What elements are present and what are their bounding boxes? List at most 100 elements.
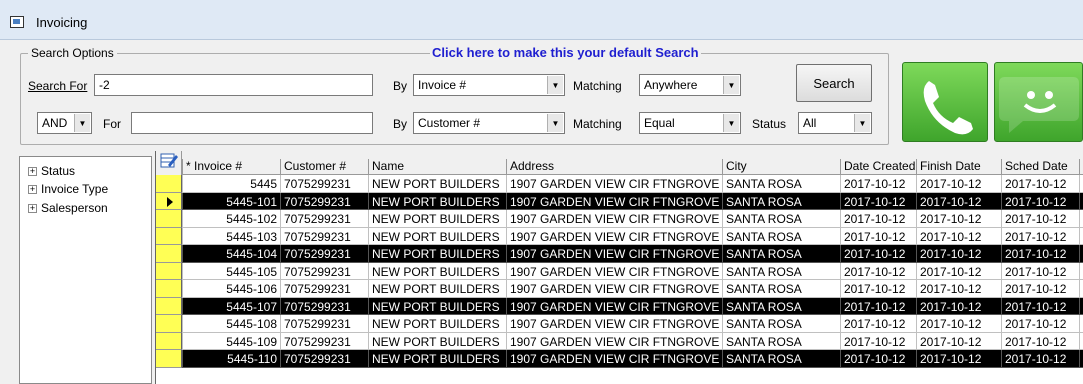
row-selector[interactable] [156, 350, 182, 368]
finish-date-cell[interactable]: 2017-10-12 [916, 262, 1001, 280]
expand-icon[interactable]: + [28, 166, 37, 176]
invoice-cell[interactable]: 5445-101 [182, 192, 280, 210]
customer-cell[interactable]: 7075299231 [280, 210, 368, 228]
date-created-cell[interactable]: 2017-10-12 [840, 192, 916, 210]
name-cell[interactable]: NEW PORT BUILDERS [368, 280, 506, 298]
city-cell[interactable]: SANTA ROSA [722, 350, 840, 368]
customer-cell[interactable]: 7075299231 [280, 245, 368, 263]
chevron-down-icon[interactable]: ▼ [547, 76, 563, 94]
col-finish-date-header[interactable]: Finish Date [916, 159, 1001, 175]
tree-item-salesperson[interactable]: + Salesperson [28, 200, 108, 216]
customer-cell[interactable]: 7075299231 [280, 332, 368, 350]
name-cell[interactable]: NEW PORT BUILDERS [368, 297, 506, 315]
address-cell[interactable]: 1907 GARDEN VIEW CIR FTNGROVE RD [506, 262, 722, 280]
sched-date-cell[interactable]: 2017-10-12 [1001, 332, 1079, 350]
city-cell[interactable]: SANTA ROSA [722, 262, 840, 280]
col-sched-date-header[interactable]: Sched Date [1001, 159, 1079, 175]
col-invoice-header[interactable]: * Invoice # [182, 159, 280, 175]
sched-date-cell[interactable]: 2017-10-12 [1001, 227, 1079, 245]
row-selector[interactable] [156, 332, 182, 350]
search-by-select-2[interactable]: Customer # ▼ [413, 112, 565, 134]
city-cell[interactable]: SANTA ROSA [722, 297, 840, 315]
finish-date-cell[interactable]: 2017-10-12 [916, 192, 1001, 210]
invoice-cell[interactable]: 5445-103 [182, 227, 280, 245]
p-cell[interactable] [1079, 245, 1083, 263]
customer-cell[interactable]: 7075299231 [280, 192, 368, 210]
city-cell[interactable]: SANTA ROSA [722, 175, 840, 193]
p-cell[interactable] [1079, 227, 1083, 245]
invoice-cell[interactable]: 5445-102 [182, 210, 280, 228]
p-cell[interactable] [1079, 297, 1083, 315]
chevron-down-icon[interactable]: ▼ [723, 114, 739, 132]
name-cell[interactable]: NEW PORT BUILDERS [368, 192, 506, 210]
name-cell[interactable]: NEW PORT BUILDERS [368, 262, 506, 280]
customer-cell[interactable]: 7075299231 [280, 350, 368, 368]
row-selector[interactable] [156, 297, 182, 315]
customer-cell[interactable]: 7075299231 [280, 227, 368, 245]
date-created-cell[interactable]: 2017-10-12 [840, 280, 916, 298]
col-name-header[interactable]: Name [368, 159, 506, 175]
row-selector[interactable] [156, 280, 182, 298]
date-created-cell[interactable]: 2017-10-12 [840, 350, 916, 368]
status-select[interactable]: All ▼ [798, 112, 872, 134]
p-cell[interactable] [1079, 210, 1083, 228]
call-button[interactable] [902, 62, 988, 142]
table-row[interactable]: 5445-105 7075299231 NEW PORT BUILDERS 1907 … [156, 262, 1083, 280]
finish-date-cell[interactable]: 2017-10-12 [916, 227, 1001, 245]
col-city-header[interactable]: City [722, 159, 840, 175]
matching-select-1[interactable]: Anywhere ▼ [639, 74, 741, 96]
invoice-cell[interactable]: 5445-109 [182, 332, 280, 350]
city-cell[interactable]: SANTA ROSA [722, 280, 840, 298]
sched-date-cell[interactable]: 2017-10-12 [1001, 210, 1079, 228]
city-cell[interactable]: SANTA ROSA [722, 315, 840, 333]
matching-select-2[interactable]: Equal ▼ [639, 112, 741, 134]
table-row[interactable]: 5445 7075299231 NEW PORT BUILDERS 1907 GARD… [156, 175, 1083, 193]
table-row[interactable]: 5445-101 7075299231 NEW PORT BUILDERS 1907 … [156, 192, 1083, 210]
p-cell[interactable] [1079, 192, 1083, 210]
col-address-header[interactable]: Address [506, 159, 722, 175]
search-for-input[interactable]: -2 [94, 74, 373, 96]
p-cell[interactable] [1079, 175, 1083, 193]
finish-date-cell[interactable]: 2017-10-12 [916, 350, 1001, 368]
date-created-cell[interactable]: 2017-10-12 [840, 297, 916, 315]
sched-date-cell[interactable]: 2017-10-12 [1001, 175, 1079, 193]
for-input[interactable] [131, 112, 373, 134]
finish-date-cell[interactable]: 2017-10-12 [916, 210, 1001, 228]
address-cell[interactable]: 1907 GARDEN VIEW CIR FTNGROVE RD [506, 350, 722, 368]
customer-cell[interactable]: 7075299231 [280, 280, 368, 298]
table-row[interactable]: 5445-108 7075299231 NEW PORT BUILDERS 1907 … [156, 315, 1083, 333]
expand-icon[interactable]: + [28, 203, 37, 213]
date-created-cell[interactable]: 2017-10-12 [840, 262, 916, 280]
table-row[interactable]: 5445-102 7075299231 NEW PORT BUILDERS 1907 … [156, 210, 1083, 228]
chevron-down-icon[interactable]: ▼ [723, 76, 739, 94]
row-selector[interactable] [156, 262, 182, 280]
invoice-cell[interactable]: 5445-106 [182, 280, 280, 298]
default-search-link[interactable]: Click here to make this your default Sea… [430, 45, 701, 60]
sched-date-cell[interactable]: 2017-10-12 [1001, 350, 1079, 368]
address-cell[interactable]: 1907 GARDEN VIEW CIR FTNGROVE RD [506, 210, 722, 228]
edit-columns-icon[interactable] [160, 151, 178, 169]
date-created-cell[interactable]: 2017-10-12 [840, 210, 916, 228]
table-row[interactable]: 5445-110 7075299231 NEW PORT BUILDERS 1907 … [156, 350, 1083, 368]
date-created-cell[interactable]: 2017-10-12 [840, 245, 916, 263]
date-created-cell[interactable]: 2017-10-12 [840, 332, 916, 350]
customer-cell[interactable]: 7075299231 [280, 175, 368, 193]
address-cell[interactable]: 1907 GARDEN VIEW CIR FTNGROVE RD [506, 315, 722, 333]
col-customer-header[interactable]: Customer # [280, 159, 368, 175]
city-cell[interactable]: SANTA ROSA [722, 245, 840, 263]
city-cell[interactable]: SANTA ROSA [722, 210, 840, 228]
address-cell[interactable]: 1907 GARDEN VIEW CIR FTNGROVE RD [506, 245, 722, 263]
finish-date-cell[interactable]: 2017-10-12 [916, 245, 1001, 263]
col-p-header[interactable]: P [1079, 159, 1083, 175]
date-created-cell[interactable]: 2017-10-12 [840, 315, 916, 333]
invoice-cell[interactable]: 5445-104 [182, 245, 280, 263]
name-cell[interactable]: NEW PORT BUILDERS [368, 332, 506, 350]
address-cell[interactable]: 1907 GARDEN VIEW CIR FTNGROVE RD [506, 332, 722, 350]
row-selector[interactable] [156, 175, 182, 193]
p-cell[interactable] [1079, 262, 1083, 280]
sched-date-cell[interactable]: 2017-10-12 [1001, 262, 1079, 280]
p-cell[interactable] [1079, 332, 1083, 350]
table-row[interactable]: 5445-109 7075299231 NEW PORT BUILDERS 1907 … [156, 332, 1083, 350]
address-cell[interactable]: 1907 GARDEN VIEW CIR FTNGROVE RD [506, 227, 722, 245]
col-date-created-header[interactable]: Date Created [840, 159, 916, 175]
